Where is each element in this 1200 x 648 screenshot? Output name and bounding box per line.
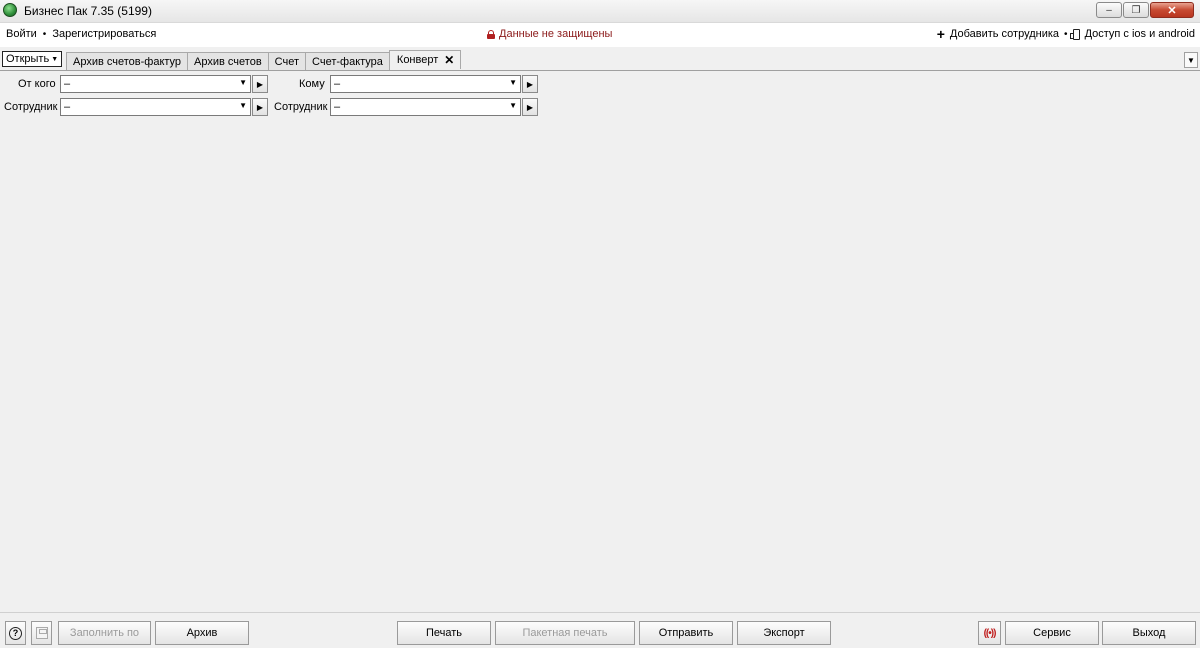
dropdown-arrow-icon: ▼ [509, 78, 517, 87]
from-employee-label: Сотрудник [4, 101, 58, 113]
window-controls: – ❐ ✕ [1096, 2, 1194, 18]
from-employee-combobox[interactable]: – ▼ [60, 98, 251, 116]
tab-invoice-archive[interactable]: Архив счетов-фактур [66, 52, 189, 70]
to-value: – [334, 78, 341, 90]
from-combobox[interactable]: – ▼ [60, 75, 251, 93]
tab-label: Архив счетов [194, 55, 262, 68]
menu-separator: • [1064, 28, 1068, 40]
close-tab-icon[interactable]: ✕ [444, 53, 454, 67]
batch-print-button[interactable]: Пакетная печать [495, 621, 635, 645]
save-icon [35, 627, 48, 639]
exit-button[interactable]: Выход [1102, 621, 1196, 645]
play-arrow-icon: ▶ [526, 79, 534, 89]
to-employee-select-button[interactable]: ▶ [522, 98, 538, 116]
from-select-button[interactable]: ▶ [252, 75, 268, 93]
dropdown-arrow-icon: ▼ [509, 101, 517, 110]
dropdown-arrow-icon: ▼ [239, 78, 247, 87]
save-button[interactable] [31, 621, 52, 645]
play-arrow-icon: ▶ [256, 102, 264, 112]
from-employee-value: – [64, 101, 71, 113]
play-arrow-icon: ▶ [526, 102, 534, 112]
from-employee-select-button[interactable]: ▶ [252, 98, 268, 116]
bottom-toolbar: ? Заполнить по Архив Печать Пакетная печ… [0, 612, 1200, 648]
menu-separator: • [42, 28, 47, 40]
document-tab-bar: Открыть ▼ Архив счетов-фактур Архив счет… [0, 49, 1200, 71]
add-employee-link[interactable]: Добавить сотрудника [950, 28, 1059, 40]
play-arrow-icon: ▶ [256, 79, 264, 89]
security-status[interactable]: Данные не защищены [487, 28, 612, 40]
fill-from-button[interactable]: Заполнить по [58, 621, 151, 645]
from-value: – [64, 78, 71, 90]
dropdown-arrow-icon: ▼ [239, 101, 247, 110]
tab-envelope[interactable]: Конверт ✕ [388, 50, 462, 69]
to-employee-value: – [334, 101, 341, 113]
restore-button[interactable]: ❐ [1123, 2, 1149, 18]
help-button[interactable]: ? [5, 621, 26, 645]
login-link[interactable]: Войти [6, 28, 37, 40]
to-select-button[interactable]: ▶ [522, 75, 538, 93]
window-title: Бизнес Пак 7.35 (5199) [24, 4, 152, 18]
broadcast-icon: ((•)) [983, 627, 997, 639]
close-window-button[interactable]: ✕ [1150, 2, 1194, 18]
caret-down-icon: ▼ [1187, 55, 1195, 65]
tab-label: Счет-фактура [312, 55, 383, 68]
help-icon: ? [9, 626, 22, 640]
mobile-access-link[interactable]: Доступ с ios и android [1085, 28, 1195, 40]
send-button[interactable]: Отправить [639, 621, 733, 645]
to-combobox[interactable]: – ▼ [330, 75, 521, 93]
tab-list-dropdown[interactable]: ▼ [1184, 52, 1198, 68]
export-button[interactable]: Экспорт [737, 621, 831, 645]
open-menu-label: Открыть [6, 53, 50, 65]
archive-button[interactable]: Архив [155, 621, 249, 645]
tab-label: Конверт [396, 54, 439, 66]
service-button[interactable]: Сервис [1005, 621, 1099, 645]
open-menu-button[interactable]: Открыть ▼ [2, 51, 63, 67]
tab-label: Архив счетов-фактур [73, 55, 182, 68]
broadcast-button[interactable]: ((•)) [978, 621, 1001, 645]
register-link[interactable]: Зарегистрироваться [52, 28, 156, 40]
to-label: Кому [299, 78, 325, 90]
account-menu-bar: Войти • Зарегистрироваться Данные не защ… [0, 23, 1200, 47]
tab-bill[interactable]: Счет [267, 52, 307, 70]
mobile-devices-icon [1069, 28, 1080, 40]
to-employee-combobox[interactable]: – ▼ [330, 98, 521, 116]
caret-down-icon: ▼ [51, 55, 59, 63]
tab-label: Счет [274, 55, 300, 68]
minimize-button[interactable]: – [1096, 2, 1122, 18]
tab-invoice[interactable]: Счет-фактура [305, 52, 390, 70]
title-bar: Бизнес Пак 7.35 (5199) – ❐ ✕ [0, 0, 1200, 23]
from-label: От кого [18, 78, 56, 90]
tab-bill-archive[interactable]: Архив счетов [187, 52, 269, 70]
plus-icon: + [936, 26, 945, 42]
app-logo-icon [3, 3, 17, 17]
security-status-text: Данные не защищены [499, 28, 613, 40]
lock-icon [487, 29, 495, 39]
print-button[interactable]: Печать [397, 621, 491, 645]
to-employee-label: Сотрудник [274, 101, 328, 113]
